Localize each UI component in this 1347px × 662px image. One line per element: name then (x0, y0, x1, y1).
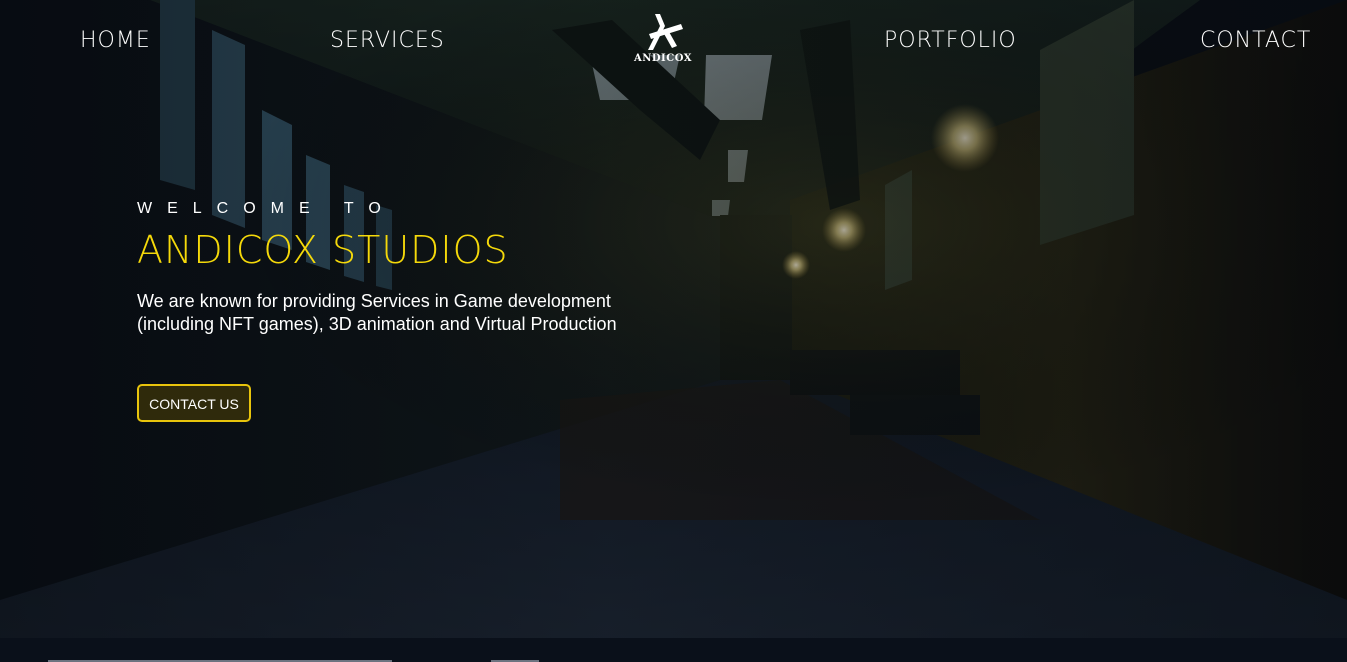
nav-contact-link[interactable]: CONTACT (1200, 28, 1311, 53)
logo-wordmark: ANDICOX (633, 53, 692, 64)
welcome-kicker: WELCOME TO (137, 200, 396, 217)
site-logo[interactable]: ANDICOX (628, 12, 698, 70)
hero-description: We are known for providing Services in G… (137, 291, 617, 334)
nav-home-link[interactable]: HOME (80, 28, 151, 53)
contact-us-button[interactable]: CONTACT US (137, 384, 251, 422)
hero-title: ANDICOX STUDIOS (137, 228, 509, 272)
nav-portfolio-link[interactable]: PORTFOLIO (884, 28, 1017, 53)
andicox-logo-icon (648, 14, 683, 50)
nav-services-link[interactable]: SERVICES (330, 28, 445, 53)
hero-section: HOME SERVICES ANDICOX PORTFOLIO CONTACT … (0, 0, 1347, 638)
main-navigation: HOME SERVICES ANDICOX PORTFOLIO CONTACT (0, 0, 1347, 90)
next-section-edge (0, 638, 1347, 662)
